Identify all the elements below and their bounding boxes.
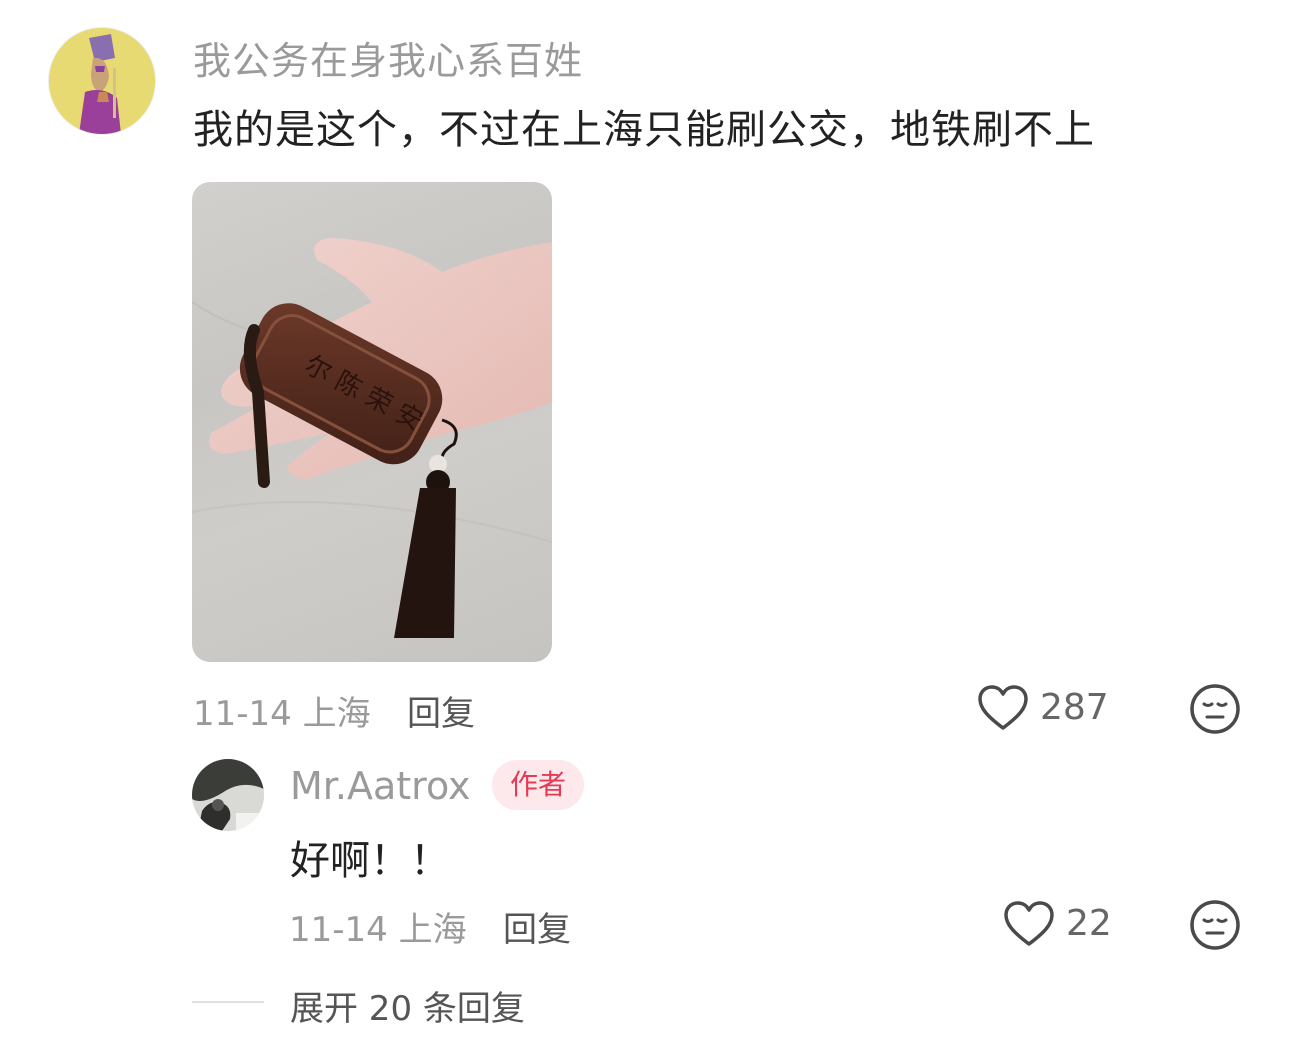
- reply-like-button[interactable]: [1003, 900, 1055, 952]
- heart-outline-icon: [1004, 901, 1054, 946]
- reply-reply-button[interactable]: 回复: [503, 902, 571, 951]
- comment-photo[interactable]: 尔 陈 荣 安: [192, 182, 552, 662]
- reply-like-count: 22: [1066, 903, 1112, 944]
- author-badge: 作者: [492, 760, 585, 810]
- reply-button[interactable]: 回复: [407, 686, 475, 735]
- meh-face-icon: [1190, 684, 1240, 734]
- reply-username[interactable]: Mr.Aatrox: [290, 764, 471, 808]
- divider: [192, 1001, 264, 1003]
- reply-text: 好啊！！: [290, 838, 450, 884]
- comment-username[interactable]: 我公务在身我心系百姓: [193, 30, 583, 85]
- dislike-button[interactable]: [1189, 683, 1241, 739]
- like-button[interactable]: [977, 684, 1029, 736]
- reply-date: 11-14: [289, 910, 388, 950]
- reply-dislike-button[interactable]: [1189, 899, 1241, 955]
- comment-date: 11-14: [193, 694, 292, 734]
- heart-outline-icon: [978, 685, 1028, 730]
- avatar[interactable]: [48, 27, 156, 135]
- reply-location: 上海: [398, 910, 467, 950]
- like-count: 287: [1040, 687, 1109, 728]
- avatar-photo-image: [192, 759, 264, 831]
- comment-text: 我的是这个，不过在上海只能刷公交，地铁刷不上: [193, 107, 1095, 153]
- hand-holding-card-image: 尔 陈 荣 安: [192, 238, 552, 638]
- expand-replies-button[interactable]: 展开 20 条回复: [290, 981, 525, 1030]
- reply-avatar[interactable]: [192, 759, 264, 831]
- meh-face-icon: [1190, 900, 1240, 950]
- avatar-portrait-image: [49, 28, 155, 134]
- comment-location: 上海: [302, 694, 371, 734]
